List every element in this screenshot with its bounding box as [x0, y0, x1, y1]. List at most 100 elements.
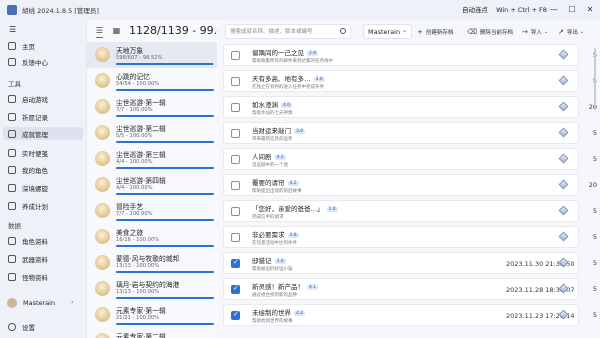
scrollbar[interactable]: [594, 48, 596, 108]
achievement-checkbox[interactable]: [231, 284, 240, 294]
achievement-panel: Masterain ⌄ + 创建新存档 ⌫ 删除当前存档 → 导入 ⌄ ↗ 导出…: [218, 20, 600, 338]
achievement-desc: 帮助水仙的七天神像: [252, 111, 293, 116]
achievement-row[interactable]: 「您好，亲爱的爸爸…」 1.0 完成信中的请求 5: [223, 200, 597, 222]
version-badge: 3.0: [294, 129, 306, 134]
sidebar-item-home[interactable]: 主页: [3, 39, 83, 52]
achievement-row[interactable]: 人间剧 4.2 见证剧中的一个谜 5: [223, 148, 597, 170]
achievement-checkbox[interactable]: [231, 103, 240, 112]
achievement-checkbox[interactable]: [231, 207, 240, 216]
import-button[interactable]: → 导入 ⌄: [522, 26, 548, 37]
achievement-checkbox[interactable]: [231, 155, 240, 164]
achievement-row[interactable]: 天有多高、地有多…3.0在独立在有时的进入任务中完成条件5: [223, 70, 597, 92]
category-item[interactable]: 尘世巡游·第一辑 7/7 - 100.00%: [87, 94, 217, 120]
import-label: 导入: [530, 29, 542, 36]
achievement-title-text: 覆要的请帘: [252, 179, 285, 187]
sidebar-item-abyss[interactable]: 深境螺旋: [3, 181, 83, 194]
category-item[interactable]: 心跳的记忆 54/54 - 100.00%: [87, 68, 217, 94]
sidebar-item-label: 启动游戏: [22, 95, 48, 104]
sidebar-item-plan[interactable]: 养成计划: [3, 199, 83, 212]
minimize-icon[interactable]: —: [546, 2, 562, 18]
version-badge: 4.2: [287, 181, 299, 186]
category-stat: 13/13 - 100.00%: [116, 263, 160, 269]
trophy-icon: [8, 129, 16, 138]
archive-select[interactable]: Masterain ⌄: [363, 24, 412, 39]
category-progress-fill: [116, 297, 214, 299]
category-item[interactable]: 尘世巡游·第四辑 4/4 - 100.00%: [87, 172, 217, 198]
gear-icon: [8, 322, 16, 331]
sidebar-item-settings[interactable]: 设置: [3, 320, 83, 333]
category-item[interactable]: 尘世巡游·第二辑 5/5 - 100.00%: [87, 120, 217, 146]
achievement-checkbox[interactable]: [231, 51, 240, 60]
achievement-row[interactable]: 覆要的请帘 4.2 帮助提出出现的前后故事 20: [223, 174, 597, 196]
delete-archive-button[interactable]: ⌫ 删除当前存档: [467, 26, 513, 37]
category-progress-bar: [116, 245, 214, 247]
sidebar-item-wiki-weapons[interactable]: 武器资料: [3, 252, 83, 265]
search-icon[interactable]: [340, 28, 346, 34]
sidebar-item-launch[interactable]: 启动游戏: [3, 92, 83, 105]
window-title: 胡桃 2024.1.8.5 [管理员]: [22, 7, 99, 15]
category-stat: 21/21 - 100.00%: [116, 315, 160, 321]
grid-view-icon[interactable]: ▦: [112, 27, 121, 35]
achievement-checkbox[interactable]: [231, 310, 240, 320]
category-stat: 4/4 - 100.00%: [116, 185, 153, 191]
plus-icon: +: [417, 27, 423, 36]
feedback-icon: [8, 57, 16, 66]
reward-count: 5: [592, 259, 597, 267]
sidebar-item-feedback[interactable]: 反馈中心: [3, 55, 83, 68]
wish-icon: [8, 112, 16, 121]
user-account[interactable]: Masterain ›: [3, 296, 83, 309]
achievement-title-text: 未绘制的世界: [252, 309, 291, 317]
list-view-icon[interactable]: ☰: [95, 27, 104, 38]
category-name: 元素专家·第二辑: [116, 333, 166, 338]
sidebar-item-achievements[interactable]: 成就管理: [3, 127, 83, 140]
sidebar-item-notes[interactable]: 实时便笺: [3, 146, 83, 159]
category-item[interactable]: 尘世巡游·第三辑 4/4 - 100.00%: [87, 146, 217, 172]
achievement-row[interactable]: 未绘制的世界4.2帮助找到世界的故事2023.11.23 17:20:145: [223, 304, 597, 326]
achievement-row[interactable]: 非必要需求 3.8 在任意活动中达到条件 5: [223, 226, 597, 248]
category-item[interactable]: 冒险手艺 7/7 - 100.00%: [87, 198, 217, 224]
category-item[interactable]: 元素专家·第一辑 21/21 - 100.00%: [87, 302, 217, 328]
category-progress-fill: [116, 219, 214, 221]
sidebar-item-label: 怪物资料: [22, 273, 48, 282]
version-badge: 4.0: [281, 103, 293, 108]
category-item[interactable]: 元素专家·第二辑: [87, 328, 217, 338]
achievement-checkbox[interactable]: [231, 258, 240, 268]
category-progress-fill: [116, 63, 213, 65]
primogem-icon: [558, 179, 569, 190]
autoclick-button[interactable]: 自动连点 Win + Ctrl + F8: [458, 3, 551, 17]
category-item[interactable]: 美食之旅 16/16 - 100.00%: [87, 224, 217, 250]
achievement-checkbox[interactable]: [231, 181, 240, 190]
category-item[interactable]: 蒙德·风与牧歌的城邦 13/13 - 100.00%: [87, 250, 217, 276]
achievement-checkbox[interactable]: [231, 233, 240, 242]
achievement-row[interactable]: 新灵感！新产品！4.1通过组合找到新的品种2023.11.28 18:30:07…: [223, 278, 597, 300]
category-name: 美食之旅: [116, 229, 144, 237]
maximize-icon[interactable]: ☐: [564, 2, 580, 18]
achievement-checkbox[interactable]: [231, 77, 240, 86]
achievement-row[interactable]: 邸猎记3.0帮助被迫的好运小猫2023.11.30 21:30:505: [223, 252, 597, 274]
category-name: 璃月·岩与契约的海港: [116, 281, 180, 289]
archive-value: Masterain: [368, 28, 401, 36]
sidebar-item-wish[interactable]: 祈愿记录: [3, 110, 83, 123]
category-progress-fill: [116, 115, 214, 117]
close-icon[interactable]: ✕: [582, 2, 598, 18]
achievement-row[interactable]: 当财运来敲门 3.0 带来最新信息的运势 5: [223, 122, 597, 144]
category-emblem-icon: [95, 125, 110, 140]
achievement-row[interactable]: 偏隅间的一己之见2.6帮助收集所有的邮件来到达集的任务线中5: [223, 44, 597, 66]
export-button[interactable]: ↗ 导出 ⌄: [558, 26, 584, 37]
achievement-checkbox[interactable]: [231, 129, 240, 138]
sidebar-item-wiki-characters[interactable]: 角色资料: [3, 234, 83, 247]
category-item[interactable]: 天地万象 598/607 - 98.52%: [87, 42, 217, 68]
sidebar-item-wiki-monsters[interactable]: 怪物资料: [3, 270, 83, 283]
chevron-down-icon: ⌄: [543, 28, 549, 35]
create-archive-button[interactable]: + 创建新存档: [417, 26, 453, 37]
search-input[interactable]: [230, 25, 338, 38]
version-badge: 3.0: [274, 259, 286, 264]
achievement-desc: 完成信中的请求: [252, 215, 284, 220]
sidebar-item-label: 养成计划: [22, 202, 48, 211]
category-progress-bar: [116, 141, 214, 143]
achievement-row[interactable]: 如水澄渊 4.0 帮助水仙的七天神像 20: [223, 96, 597, 118]
category-item[interactable]: 璃月·岩与契约的海港 13/13 - 100.00%: [87, 276, 217, 302]
hamburger-menu[interactable]: ☰: [3, 23, 83, 36]
sidebar-item-characters[interactable]: 我的角色: [3, 163, 83, 176]
primogem-icon: [558, 75, 569, 86]
